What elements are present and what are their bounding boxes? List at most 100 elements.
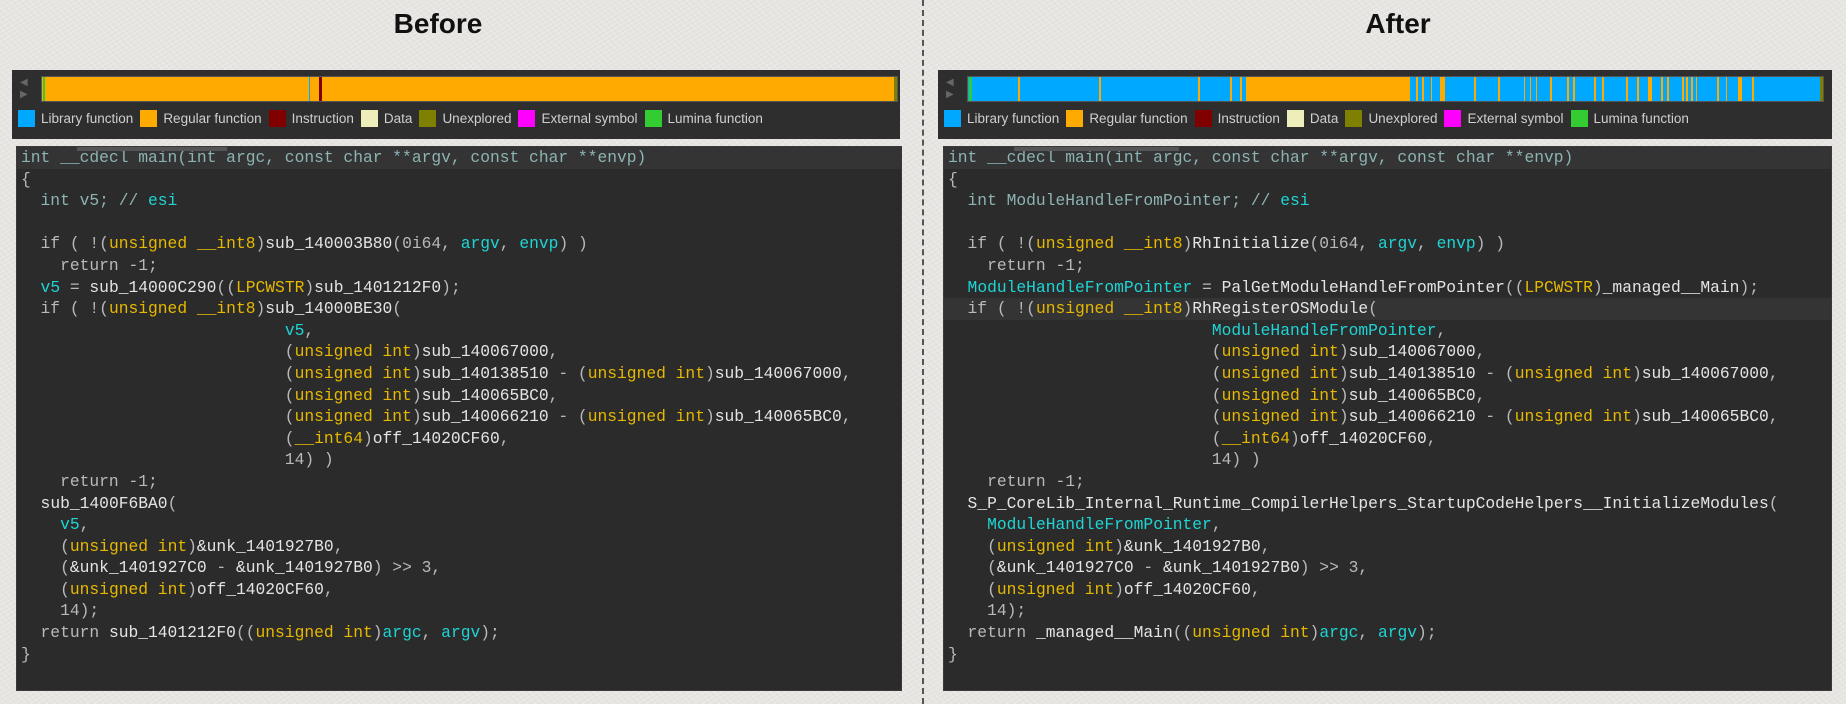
code-line[interactable]: (unsigned int)sub_140067000, — [17, 341, 901, 363]
code-line[interactable]: (__int64)off_14020CF60, — [17, 428, 901, 450]
code-identifier[interactable]: sub_1401212F0 — [109, 623, 236, 642]
code-identifier[interactable]: sub_14000BE30 — [265, 299, 392, 318]
code-line[interactable]: ModuleHandleFromPointer, — [944, 320, 1831, 342]
code-identifier[interactable]: sub_140067000 — [1642, 364, 1769, 383]
code-identifier[interactable]: RhRegisterOSModule — [1192, 299, 1368, 318]
code-line[interactable]: if ( !(unsigned __int8)RhInitialize(0i64… — [944, 233, 1831, 255]
code-variable[interactable]: argc — [383, 623, 422, 642]
code-line[interactable]: int v5; // esi — [17, 190, 901, 212]
code-variable[interactable]: esi — [148, 191, 177, 210]
code-line[interactable]: (unsigned int)sub_140065BC0, — [944, 385, 1831, 407]
code-variable[interactable]: argv — [1378, 234, 1417, 253]
code-line[interactable]: return -1; — [17, 471, 901, 493]
navigation-bar[interactable] — [41, 76, 898, 102]
code-identifier[interactable]: _managed__Main — [1036, 623, 1173, 642]
code-line[interactable]: S_P_CoreLib_Internal_Runtime_CompilerHel… — [944, 493, 1831, 515]
code-variable[interactable]: v5 — [60, 515, 80, 534]
code-identifier[interactable]: off_14020CF60 — [373, 429, 500, 448]
code-line[interactable]: v5, — [17, 514, 901, 536]
code-line[interactable]: (unsigned int)&unk_1401927B0, — [944, 536, 1831, 558]
code-line[interactable]: (&unk_1401927C0 - &unk_1401927B0) >> 3, — [944, 557, 1831, 579]
before-pseudocode-view[interactable]: int __cdecl main(int argc, const char **… — [16, 146, 902, 691]
code-line[interactable]: return -1; — [17, 255, 901, 277]
code-line[interactable]: v5 = sub_14000C290((LPCWSTR)sub_1401212F… — [17, 277, 901, 299]
code-identifier[interactable]: sub_140138510 — [1349, 364, 1476, 383]
code-line[interactable]: 14); — [944, 600, 1831, 622]
horizontal-scrollbar[interactable] — [77, 147, 227, 151]
code-line[interactable]: (&unk_1401927C0 - &unk_1401927B0) >> 3, — [17, 557, 901, 579]
code-line[interactable]: ModuleHandleFromPointer = PalGetModuleHa… — [944, 277, 1831, 299]
code-line[interactable]: 14); — [17, 600, 901, 622]
code-identifier[interactable]: &unk_1401927B0 — [197, 537, 334, 556]
code-identifier[interactable]: sub_140067000 — [715, 364, 842, 383]
code-identifier[interactable]: sub_140066210 — [1349, 407, 1476, 426]
code-line[interactable]: } — [944, 644, 1831, 666]
code-line[interactable]: return -1; — [944, 471, 1831, 493]
code-identifier[interactable]: off_14020CF60 — [1300, 429, 1427, 448]
code-variable[interactable]: envp — [1437, 234, 1476, 253]
code-line[interactable]: if ( !(unsigned __int8)sub_14000BE30( — [17, 298, 901, 320]
code-line[interactable]: (unsigned int)&unk_1401927B0, — [17, 536, 901, 558]
code-identifier[interactable]: &unk_1401927B0 — [1163, 558, 1300, 577]
code-variable[interactable]: esi — [1280, 191, 1309, 210]
code-line[interactable]: if ( !(unsigned __int8)sub_140003B80(0i6… — [17, 233, 901, 255]
navigation-bar[interactable] — [967, 76, 1824, 102]
code-line[interactable]: } — [17, 644, 901, 666]
code-identifier[interactable]: &unk_1401927C0 — [997, 558, 1134, 577]
code-identifier[interactable]: sub_1401212F0 — [314, 278, 441, 297]
code-line[interactable]: { — [17, 169, 901, 191]
code-identifier[interactable]: sub_140065BC0 — [422, 386, 549, 405]
code-variable[interactable]: v5 — [41, 278, 61, 297]
nav-scroll-arrows-icon[interactable]: ◀ ▶ — [946, 77, 956, 101]
code-line[interactable]: return sub_1401212F0((unsigned int)argc,… — [17, 622, 901, 644]
code-identifier[interactable]: PalGetModuleHandleFromPointer — [1222, 278, 1505, 297]
code-identifier[interactable]: RhInitialize — [1192, 234, 1309, 253]
code-line[interactable] — [944, 212, 1831, 234]
code-identifier[interactable]: _managed__Main — [1603, 278, 1740, 297]
code-line[interactable]: (__int64)off_14020CF60, — [944, 428, 1831, 450]
code-identifier[interactable]: off_14020CF60 — [1124, 580, 1251, 599]
horizontal-scrollbar[interactable] — [1014, 147, 1179, 151]
code-line[interactable]: (unsigned int)sub_140065BC0, — [17, 385, 901, 407]
code-line[interactable]: { — [944, 169, 1831, 191]
code-identifier[interactable]: off_14020CF60 — [197, 580, 324, 599]
code-variable[interactable]: ModuleHandleFromPointer — [1212, 321, 1437, 340]
code-identifier[interactable]: sub_140065BC0 — [715, 407, 842, 426]
code-line[interactable] — [17, 212, 901, 234]
code-identifier[interactable]: sub_140003B80 — [265, 234, 392, 253]
code-line[interactable]: sub_1400F6BA0( — [17, 493, 901, 515]
code-line[interactable]: int ModuleHandleFromPointer; // esi — [944, 190, 1831, 212]
code-line[interactable]: (unsigned int)sub_140066210 - (unsigned … — [944, 406, 1831, 428]
code-line[interactable]: v5, — [17, 320, 901, 342]
code-variable[interactable]: ModuleHandleFromPointer — [968, 278, 1193, 297]
code-variable[interactable]: ModuleHandleFromPointer — [987, 515, 1212, 534]
code-identifier[interactable]: &unk_1401927B0 — [1124, 537, 1261, 556]
code-variable[interactable]: argv — [1378, 623, 1417, 642]
code-variable[interactable]: argv — [441, 623, 480, 642]
code-identifier[interactable]: sub_140065BC0 — [1642, 407, 1769, 426]
code-identifier[interactable]: sub_140138510 — [422, 364, 549, 383]
code-line[interactable]: return _managed__Main((unsigned int)argc… — [944, 622, 1831, 644]
code-identifier[interactable]: sub_1400F6BA0 — [41, 494, 168, 513]
code-variable[interactable]: argc — [1319, 623, 1358, 642]
code-identifier[interactable]: sub_140065BC0 — [1349, 386, 1476, 405]
after-pseudocode-view[interactable]: int __cdecl main(int argc, const char **… — [943, 146, 1832, 691]
code-identifier[interactable]: S_P_CoreLib_Internal_Runtime_CompilerHel… — [968, 494, 1769, 513]
code-line[interactable]: (unsigned int)off_14020CF60, — [17, 579, 901, 601]
code-line[interactable]: (unsigned int)sub_140138510 - (unsigned … — [944, 363, 1831, 385]
code-line[interactable]: (unsigned int)off_14020CF60, — [944, 579, 1831, 601]
nav-scroll-arrows-icon[interactable]: ◀ ▶ — [20, 77, 30, 101]
code-identifier[interactable]: sub_140067000 — [422, 342, 549, 361]
code-identifier[interactable]: sub_14000C290 — [89, 278, 216, 297]
code-identifier[interactable]: sub_140066210 — [422, 407, 549, 426]
code-variable[interactable]: v5 — [285, 321, 305, 340]
code-line[interactable]: (unsigned int)sub_140138510 - (unsigned … — [17, 363, 901, 385]
code-line[interactable]: ModuleHandleFromPointer, — [944, 514, 1831, 536]
code-variable[interactable]: envp — [519, 234, 558, 253]
code-variable[interactable]: argv — [461, 234, 500, 253]
code-line[interactable]: return -1; — [944, 255, 1831, 277]
code-identifier[interactable]: &unk_1401927C0 — [70, 558, 207, 577]
code-identifier[interactable]: sub_140067000 — [1349, 342, 1476, 361]
code-identifier[interactable]: &unk_1401927B0 — [236, 558, 373, 577]
code-line[interactable]: (unsigned int)sub_140066210 - (unsigned … — [17, 406, 901, 428]
